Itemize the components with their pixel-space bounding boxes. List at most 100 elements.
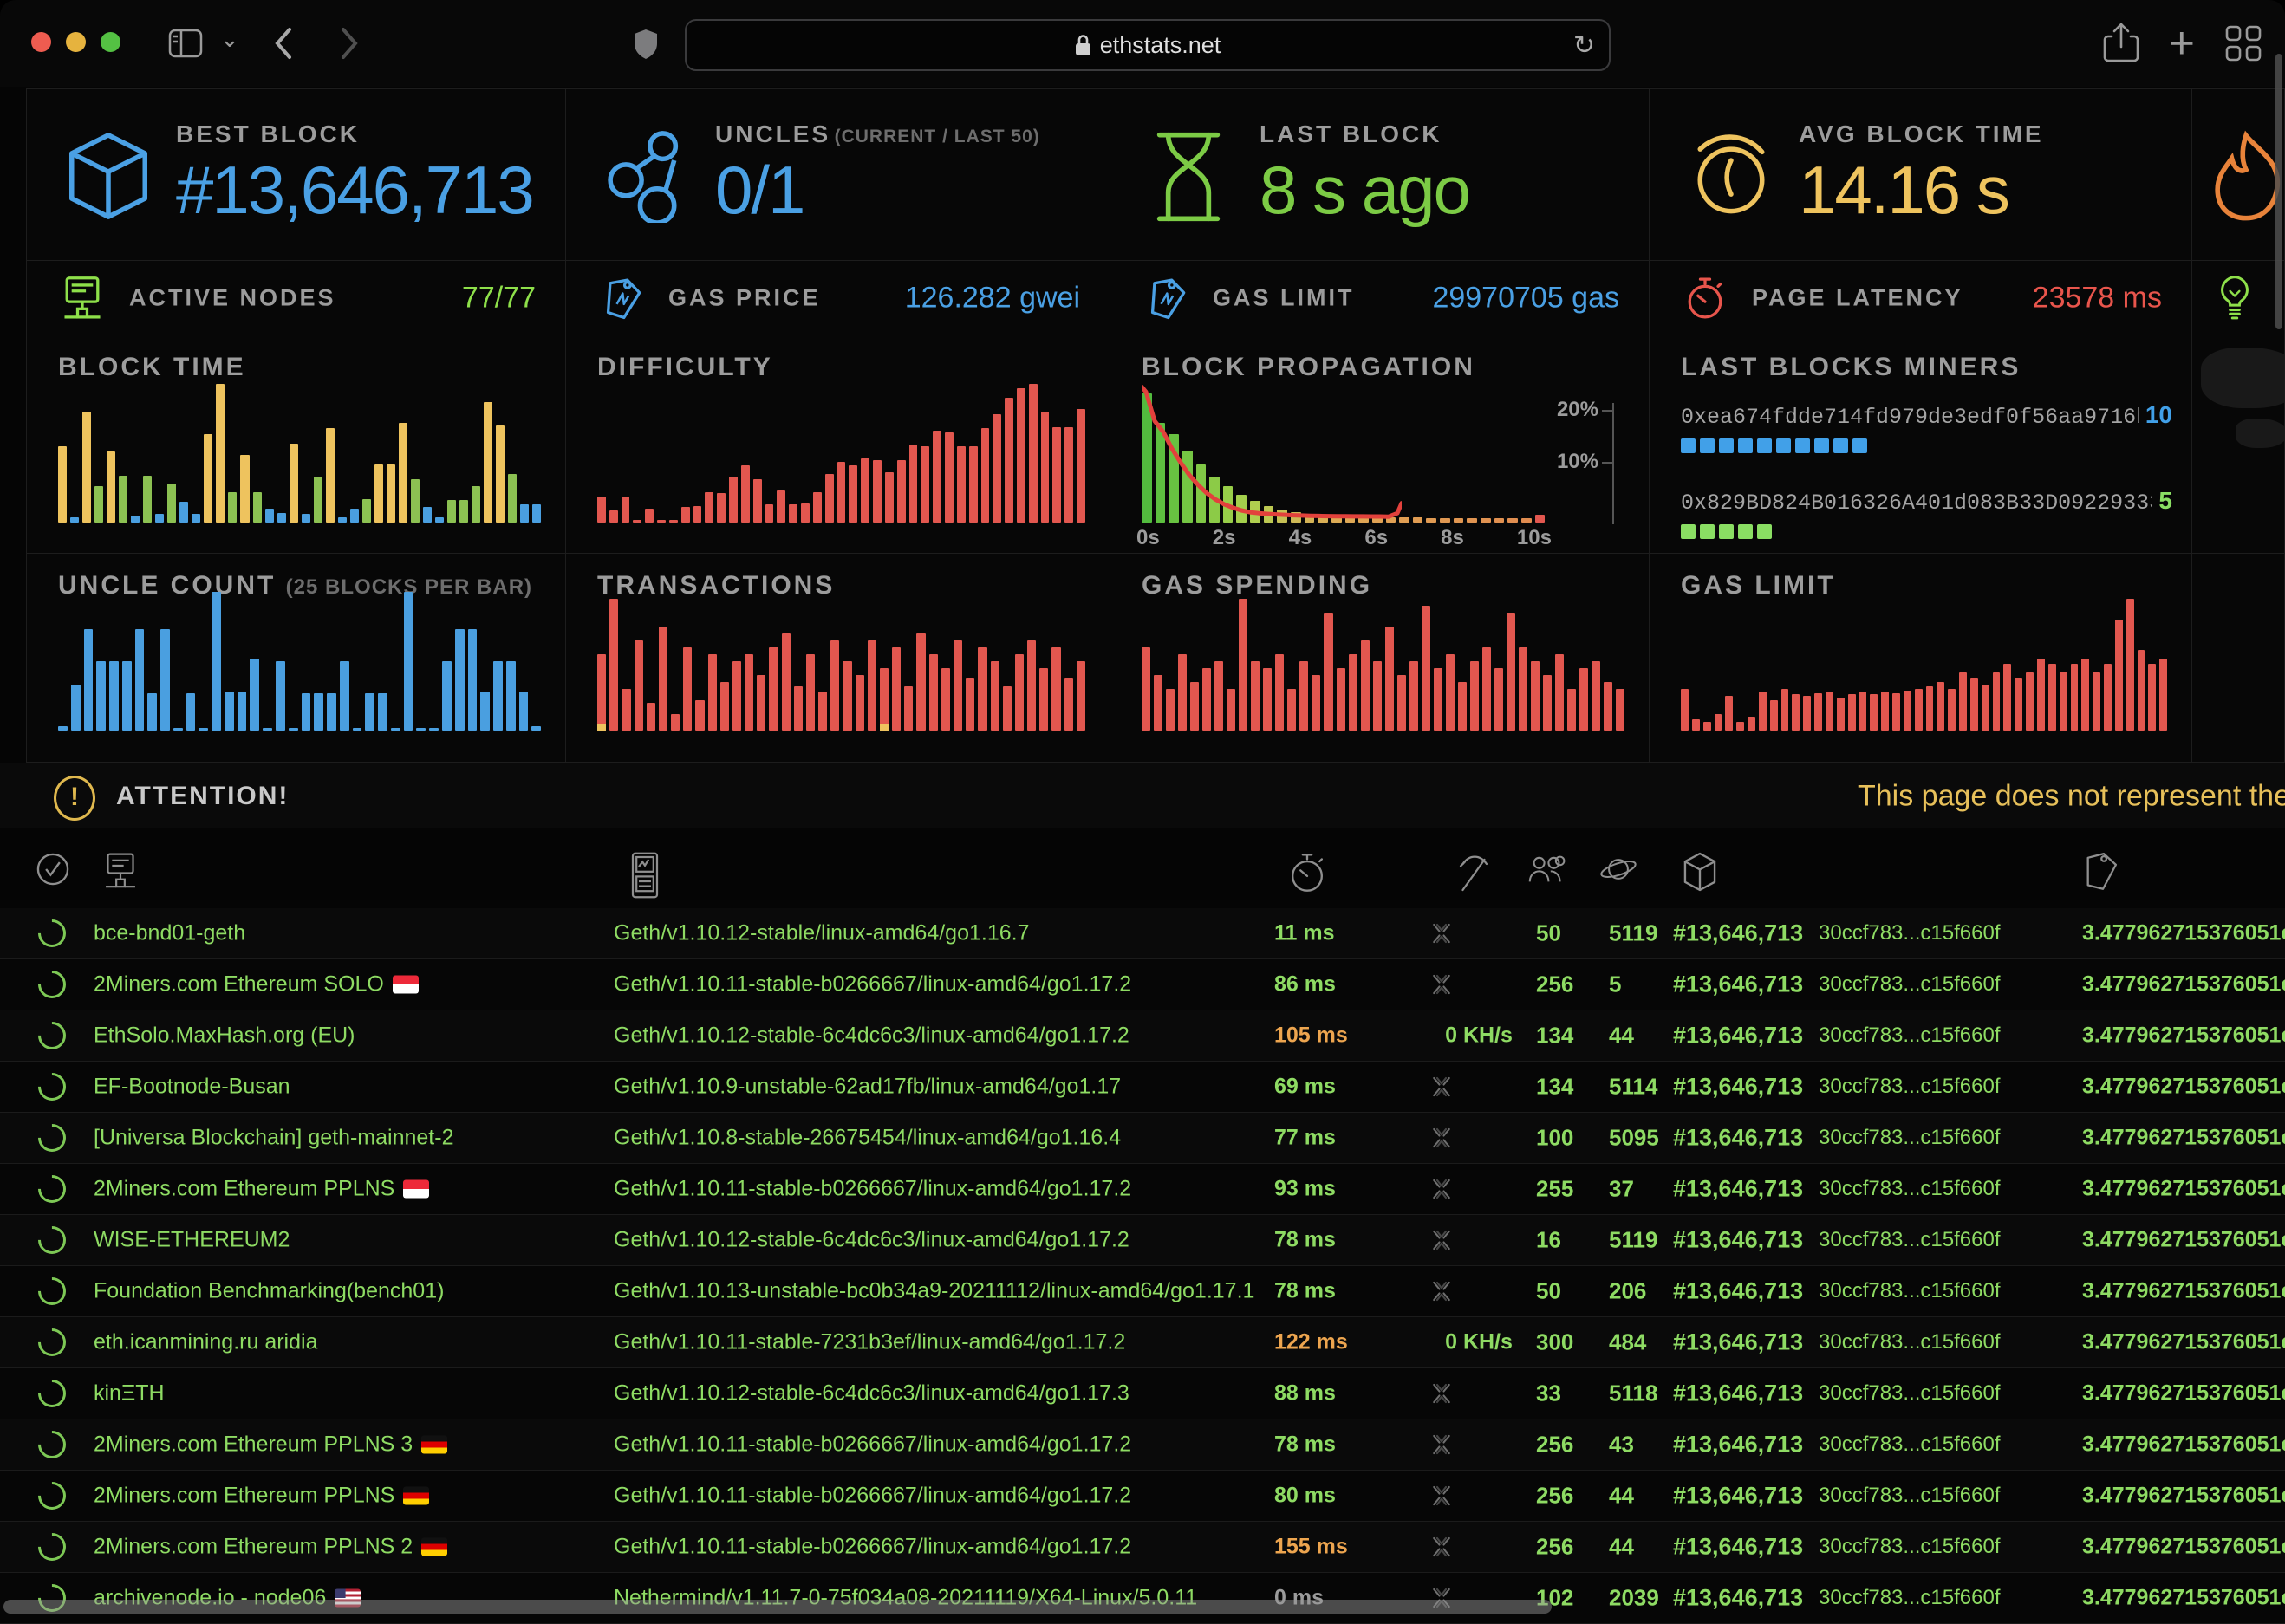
zoom-window-button[interactable] bbox=[101, 32, 120, 52]
table-row[interactable]: 2Miners.com Ethereum PPLNSGeth/v1.10.11-… bbox=[0, 1471, 2285, 1522]
bar bbox=[1482, 647, 1491, 731]
bar bbox=[289, 728, 298, 731]
bar bbox=[2126, 599, 2134, 731]
tab-overview-icon[interactable] bbox=[2224, 24, 2262, 62]
minimize-window-button[interactable] bbox=[66, 32, 86, 52]
table-row[interactable]: 2Miners.com Ethereum PPLNS 2Geth/v1.10.1… bbox=[0, 1522, 2285, 1573]
bar bbox=[302, 693, 311, 731]
status-check-icon[interactable] bbox=[35, 851, 71, 887]
bar bbox=[916, 633, 925, 731]
latency-column-icon[interactable] bbox=[1288, 851, 1326, 894]
bar bbox=[399, 423, 407, 523]
pending-column-icon[interactable] bbox=[1598, 851, 1638, 887]
node-name[interactable]: 2Miners.com Ethereum PPLNS bbox=[94, 1484, 429, 1509]
difficulty-column-icon[interactable] bbox=[2080, 851, 2119, 891]
table-row[interactable]: EF-Bootnode-BusanGeth/v1.10.9-unstable-6… bbox=[0, 1062, 2285, 1113]
table-row[interactable]: 2Miners.com Ethereum PPLNS 3Geth/v1.10.1… bbox=[0, 1419, 2285, 1471]
table-row[interactable]: kinΞTHGeth/v1.10.12-stable-6c4dc6c3/linu… bbox=[0, 1368, 2285, 1419]
bar bbox=[96, 661, 106, 731]
horizontal-scrollbar[interactable] bbox=[3, 1600, 1552, 1614]
vertical-scrollbar[interactable] bbox=[2275, 54, 2282, 329]
node-name[interactable]: EF-Bootnode-Busan bbox=[94, 1075, 290, 1100]
table-row[interactable]: WISE-ETHEREUM2Geth/v1.10.12-stable-6c4dc… bbox=[0, 1215, 2285, 1266]
address-bar[interactable]: ethstats.net ↻ bbox=[685, 19, 1611, 71]
bar bbox=[1196, 464, 1207, 523]
peers-column-icon[interactable] bbox=[1526, 851, 1567, 887]
node-name[interactable]: EthSolo.MaxHash.org (EU) bbox=[94, 1023, 355, 1049]
node-type: Geth/v1.10.11-stable-b0266667/linux-amd6… bbox=[614, 972, 1131, 997]
table-row[interactable]: [Universa Blockchain] geth-mainnet-2Geth… bbox=[0, 1113, 2285, 1164]
table-row[interactable]: EthSolo.MaxHash.org (EU)Geth/v1.10.12-st… bbox=[0, 1010, 2285, 1062]
bar bbox=[2071, 664, 2079, 731]
node-mining bbox=[1429, 1432, 1529, 1458]
charts-row-1: BLOCK TIME DIFFICULTY BLOCK PROPAGATION … bbox=[26, 335, 2285, 554]
bar bbox=[880, 668, 889, 731]
node-name[interactable]: Foundation Benchmarking(bench01) bbox=[94, 1279, 444, 1304]
bar bbox=[411, 479, 420, 523]
miner-address[interactable]: 0xea674fdde714fd979de3edf0f56aa9716b898e… bbox=[1681, 405, 2139, 430]
reload-icon[interactable]: ↻ bbox=[1573, 30, 1595, 61]
bar bbox=[1481, 518, 1491, 523]
bar bbox=[1592, 661, 1600, 731]
mining-column-icon[interactable] bbox=[1456, 851, 1491, 894]
new-tab-icon[interactable]: + bbox=[2169, 21, 2195, 66]
node-total-difficulty: 3.477962715376051e+2 bbox=[2082, 1177, 2285, 1202]
bar bbox=[856, 675, 864, 731]
table-row[interactable]: 2Miners.com Ethereum SOLO Geth/v1.10.11-s… bbox=[0, 959, 2285, 1010]
table-row[interactable]: 2Miners.com Ethereum PPLNSGeth/v1.10.11-… bbox=[0, 1164, 2285, 1215]
node-name[interactable]: 2Miners.com Ethereum PPLNS bbox=[94, 1177, 429, 1202]
country-flag-sg bbox=[393, 976, 419, 994]
bar bbox=[1299, 661, 1308, 731]
forward-button[interactable] bbox=[338, 24, 361, 62]
node-total-difficulty: 3.477962715376051e+2 bbox=[2082, 1075, 2285, 1100]
table-row[interactable]: eth.icanmining.ru aridiaGeth/v1.10.11-st… bbox=[0, 1317, 2285, 1368]
sidebar-chevron-down-icon[interactable]: ⌄ bbox=[220, 26, 239, 53]
block-column-icon[interactable] bbox=[1682, 851, 1718, 893]
bar bbox=[1604, 682, 1612, 731]
bar bbox=[1291, 512, 1301, 523]
node-name[interactable]: kinΞTH bbox=[94, 1381, 165, 1406]
bar bbox=[681, 507, 690, 523]
node-total-difficulty: 3.477962715376051e+2 bbox=[2082, 1126, 2285, 1151]
node-name[interactable]: 2Miners.com Ethereum PPLNS 2 bbox=[94, 1535, 447, 1560]
bar bbox=[2037, 659, 2045, 731]
node-name[interactable]: eth.icanmining.ru aridia bbox=[94, 1330, 317, 1355]
bar bbox=[849, 465, 857, 523]
bar bbox=[435, 517, 444, 523]
stat-label: LAST BLOCK bbox=[1260, 120, 1442, 147]
bar bbox=[493, 661, 503, 731]
attention-label: ATTENTION! bbox=[116, 782, 289, 811]
cube-icon bbox=[63, 129, 153, 223]
back-button[interactable] bbox=[272, 24, 295, 62]
bar bbox=[683, 647, 692, 731]
bar bbox=[1015, 654, 1024, 731]
privacy-shield-icon[interactable] bbox=[633, 29, 659, 60]
node-name[interactable]: 2Miners.com Ethereum PPLNS 3 bbox=[94, 1432, 447, 1458]
sidebar-toggle-icon[interactable] bbox=[168, 29, 203, 58]
bar bbox=[404, 592, 413, 731]
node-best-block: #13,646,713 bbox=[1673, 1227, 1803, 1254]
table-row[interactable]: Foundation Benchmarking(bench01)Geth/v1.… bbox=[0, 1266, 2285, 1317]
node-name[interactable]: bce-bnd01-geth bbox=[94, 921, 245, 946]
node-name[interactable]: 2Miners.com Ethereum SOLO bbox=[94, 972, 419, 997]
node-name-column-icon[interactable] bbox=[102, 851, 139, 891]
miner-address[interactable]: 0x829BD824B016326A401d083B33D092293333A8… bbox=[1681, 490, 2152, 516]
node-type: Geth/v1.10.12-stable/linux-amd64/go1.16.… bbox=[614, 921, 1029, 946]
share-icon[interactable] bbox=[2103, 23, 2139, 64]
bar bbox=[732, 661, 741, 731]
bar bbox=[769, 647, 778, 731]
close-window-button[interactable] bbox=[31, 32, 51, 52]
table-row[interactable]: archivenode.io - node06Nethermind/v1.11.… bbox=[0, 1573, 2285, 1624]
not-mining-icon bbox=[1429, 1074, 1455, 1100]
bar bbox=[885, 472, 894, 523]
bar bbox=[1948, 689, 1956, 731]
bar bbox=[240, 455, 249, 523]
node-name[interactable]: WISE-ETHEREUM2 bbox=[94, 1228, 290, 1253]
node-type-column-icon[interactable] bbox=[628, 851, 662, 900]
table-row[interactable]: bce-bnd01-geth Geth/v1.10.12-stable/linux… bbox=[0, 908, 2285, 959]
bar bbox=[143, 476, 152, 523]
bar bbox=[263, 728, 272, 731]
bar bbox=[1166, 689, 1175, 731]
node-name[interactable]: [Universa Blockchain] geth-mainnet-2 bbox=[94, 1126, 453, 1151]
node-best-block: #13,646,713 bbox=[1673, 1329, 1803, 1356]
